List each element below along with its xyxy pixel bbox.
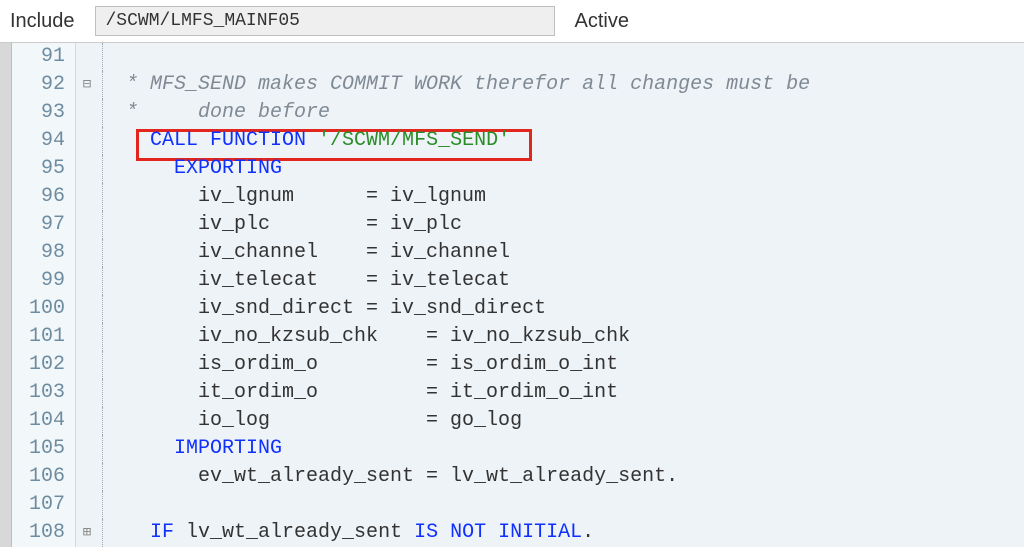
code-text[interactable]: iv_channel = iv_channel xyxy=(126,239,1024,267)
code-line[interactable]: 95 EXPORTING xyxy=(12,155,1024,183)
code-text[interactable]: * done before xyxy=(126,99,1024,127)
line-number: 98 xyxy=(12,239,76,267)
code-text[interactable]: iv_plc = iv_plc xyxy=(126,211,1024,239)
code-line[interactable]: 97 iv_plc = iv_plc xyxy=(12,211,1024,239)
indent-guide xyxy=(98,463,126,491)
line-number: 106 xyxy=(12,463,76,491)
fold-toggle xyxy=(76,491,98,519)
code-text[interactable]: iv_lgnum = iv_lgnum xyxy=(126,183,1024,211)
code-area[interactable]: 9192⊟ * MFS_SEND makes COMMIT WORK theref… xyxy=(12,43,1024,547)
code-line[interactable]: 93 * done before xyxy=(12,99,1024,127)
code-line[interactable]: 99 iv_telecat = iv_telecat xyxy=(12,267,1024,295)
fold-toggle xyxy=(76,463,98,491)
fold-toggle xyxy=(76,351,98,379)
indent-guide xyxy=(98,267,126,295)
line-number: 103 xyxy=(12,379,76,407)
line-number: 99 xyxy=(12,267,76,295)
line-number: 97 xyxy=(12,211,76,239)
indent-guide xyxy=(98,295,126,323)
indent-guide xyxy=(98,435,126,463)
code-line[interactable]: 106 ev_wt_already_sent = lv_wt_already_s… xyxy=(12,463,1024,491)
code-line[interactable]: 104 io_log = go_log xyxy=(12,407,1024,435)
code-line[interactable]: 96 iv_lgnum = iv_lgnum xyxy=(12,183,1024,211)
breakpoint-gutter[interactable] xyxy=(0,43,12,547)
line-number: 96 xyxy=(12,183,76,211)
fold-toggle[interactable]: ⊟ xyxy=(76,71,98,99)
code-text[interactable]: CALL FUNCTION '/SCWM/MFS_SEND' xyxy=(126,127,1024,155)
fold-toggle xyxy=(76,239,98,267)
code-line[interactable]: 107 xyxy=(12,491,1024,519)
indent-guide xyxy=(98,155,126,183)
code-text[interactable] xyxy=(126,491,1024,519)
fold-toggle xyxy=(76,435,98,463)
code-line[interactable]: 98 iv_channel = iv_channel xyxy=(12,239,1024,267)
line-number: 92 xyxy=(12,71,76,99)
indent-guide xyxy=(98,71,126,99)
indent-guide xyxy=(98,43,126,71)
code-text[interactable]: * MFS_SEND makes COMMIT WORK therefor al… xyxy=(126,71,1024,99)
code-line[interactable]: 91 xyxy=(12,43,1024,71)
line-number: 91 xyxy=(12,43,76,71)
line-number: 104 xyxy=(12,407,76,435)
indent-guide xyxy=(98,211,126,239)
line-number: 93 xyxy=(12,99,76,127)
include-label: Include xyxy=(10,10,75,33)
fold-toggle[interactable]: ⊞ xyxy=(76,519,98,547)
code-text[interactable]: ev_wt_already_sent = lv_wt_already_sent. xyxy=(126,463,1024,491)
code-line[interactable]: 100 iv_snd_direct = iv_snd_direct xyxy=(12,295,1024,323)
code-text[interactable]: iv_telecat = iv_telecat xyxy=(126,267,1024,295)
fold-toggle xyxy=(76,127,98,155)
code-text[interactable]: iv_no_kzsub_chk = iv_no_kzsub_chk xyxy=(126,323,1024,351)
line-number: 108 xyxy=(12,519,76,547)
line-number: 100 xyxy=(12,295,76,323)
fold-toggle xyxy=(76,43,98,71)
indent-guide xyxy=(98,323,126,351)
status-label: Active xyxy=(575,10,629,33)
indent-guide xyxy=(98,379,126,407)
indent-guide xyxy=(98,183,126,211)
code-text[interactable]: io_log = go_log xyxy=(126,407,1024,435)
include-field[interactable] xyxy=(95,6,555,36)
code-text[interactable]: is_ordim_o = is_ordim_o_int xyxy=(126,351,1024,379)
code-line[interactable]: 102 is_ordim_o = is_ordim_o_int xyxy=(12,351,1024,379)
editor-body: 9192⊟ * MFS_SEND makes COMMIT WORK theref… xyxy=(0,43,1024,547)
code-line[interactable]: 101 iv_no_kzsub_chk = iv_no_kzsub_chk xyxy=(12,323,1024,351)
indent-guide xyxy=(98,519,126,547)
indent-guide xyxy=(98,127,126,155)
fold-toggle xyxy=(76,323,98,351)
line-number: 102 xyxy=(12,351,76,379)
indent-guide xyxy=(98,491,126,519)
code-line[interactable]: 108⊞ IF lv_wt_already_sent IS NOT INITIA… xyxy=(12,519,1024,547)
indent-guide xyxy=(98,407,126,435)
fold-toggle xyxy=(76,155,98,183)
code-text[interactable]: IF lv_wt_already_sent IS NOT INITIAL. xyxy=(126,519,1024,547)
code-text[interactable]: EXPORTING xyxy=(126,155,1024,183)
line-number: 105 xyxy=(12,435,76,463)
editor-header: Include Active xyxy=(0,0,1024,43)
line-number: 94 xyxy=(12,127,76,155)
indent-guide xyxy=(98,239,126,267)
line-number: 101 xyxy=(12,323,76,351)
code-line[interactable]: 103 it_ordim_o = it_ordim_o_int xyxy=(12,379,1024,407)
indent-guide xyxy=(98,351,126,379)
fold-toggle xyxy=(76,407,98,435)
line-number: 107 xyxy=(12,491,76,519)
fold-toggle xyxy=(76,211,98,239)
indent-guide xyxy=(98,99,126,127)
code-text[interactable]: iv_snd_direct = iv_snd_direct xyxy=(126,295,1024,323)
fold-toggle xyxy=(76,295,98,323)
fold-toggle xyxy=(76,183,98,211)
code-text[interactable]: it_ordim_o = it_ordim_o_int xyxy=(126,379,1024,407)
code-line[interactable]: 105 IMPORTING xyxy=(12,435,1024,463)
code-text[interactable] xyxy=(126,43,1024,71)
fold-toggle xyxy=(76,267,98,295)
code-line[interactable]: 92⊟ * MFS_SEND makes COMMIT WORK therefor… xyxy=(12,71,1024,99)
fold-toggle xyxy=(76,99,98,127)
line-number: 95 xyxy=(12,155,76,183)
code-text[interactable]: IMPORTING xyxy=(126,435,1024,463)
code-line[interactable]: 94 CALL FUNCTION '/SCWM/MFS_SEND' xyxy=(12,127,1024,155)
fold-toggle xyxy=(76,379,98,407)
